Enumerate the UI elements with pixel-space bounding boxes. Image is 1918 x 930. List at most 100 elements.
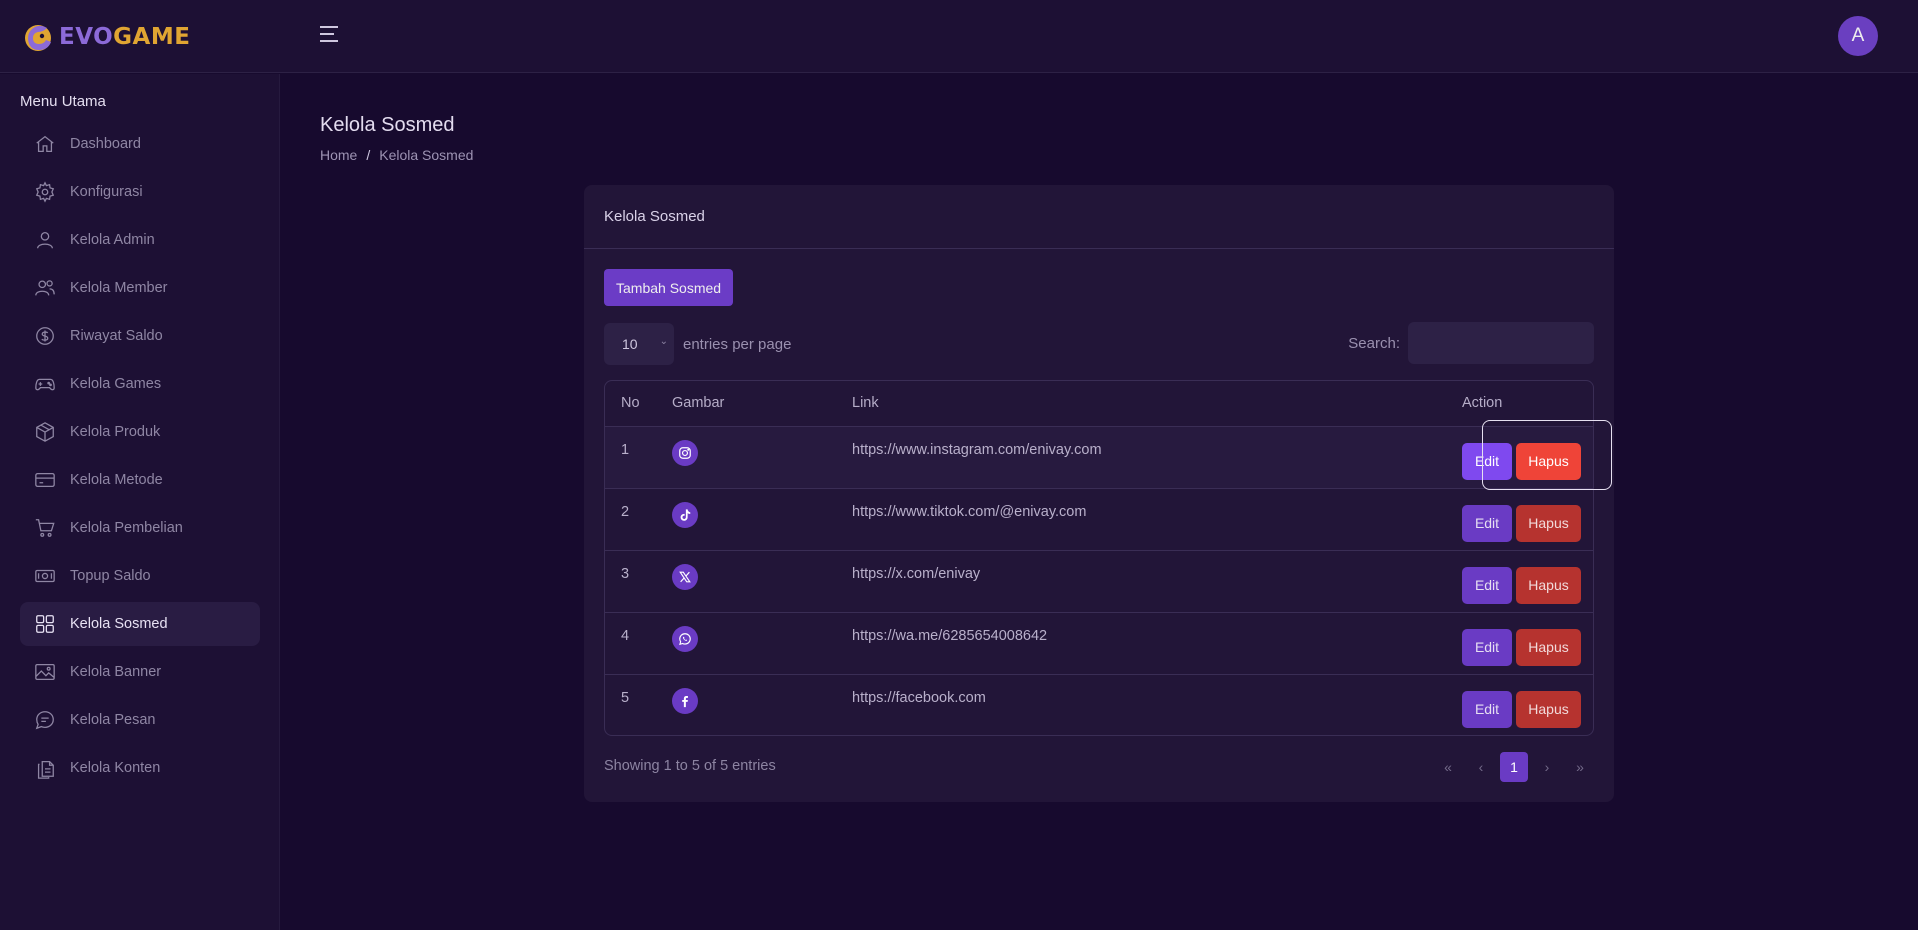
search-input[interactable] — [1408, 322, 1594, 364]
row-link: https://facebook.com — [852, 689, 986, 706]
breadcrumb-current: Kelola Sosmed — [379, 147, 474, 163]
home-icon — [34, 133, 56, 155]
delete-button[interactable]: Hapus — [1516, 690, 1581, 728]
sidebar-item-label: Kelola Metode — [70, 472, 163, 488]
menu-title: Menu Utama — [20, 93, 106, 110]
column-link[interactable]: Link — [852, 381, 1462, 427]
whatsapp-icon — [672, 625, 698, 652]
sidebar-item-kelola-member[interactable]: Kelola Member — [20, 266, 260, 310]
page-title: Kelola Sosmed — [320, 114, 455, 136]
delete-button[interactable]: Hapus — [1516, 628, 1581, 666]
sidebar-item-label: Kelola Admin — [70, 232, 155, 248]
sidebar-item-label: Kelola Pembelian — [70, 520, 183, 536]
brand-logo[interactable]: EVOGAME — [21, 19, 190, 55]
sidebar-item-kelola-pesan[interactable]: Kelola Pesan — [20, 698, 260, 742]
card-icon — [34, 469, 56, 491]
table-row: 5 https://facebook.com Edit Hapus — [605, 674, 1593, 735]
column-gambar[interactable]: Gambar — [672, 381, 852, 427]
table-row: 2 https://www.tiktok.com/@enivay.com Edi… — [605, 488, 1593, 551]
row-number: 5 — [621, 689, 630, 706]
sidebar-item-dashboard[interactable]: Dashboard — [20, 122, 260, 166]
delete-button[interactable]: Hapus — [1516, 442, 1581, 480]
table-row: 3 https://x.com/enivay Edit Hapus — [605, 550, 1593, 613]
breadcrumb-separator: / — [366, 147, 371, 163]
sidebar-item-label: Kelola Sosmed — [70, 616, 168, 632]
menu-toggle-icon[interactable] — [320, 26, 342, 46]
sidebar: Menu Utama Dashboard Konfigurasi Kelola … — [0, 74, 280, 930]
dollar-circle-icon — [34, 325, 56, 347]
sidebar-item-label: Riwayat Saldo — [70, 328, 163, 344]
pagination-next[interactable]: › — [1533, 752, 1561, 782]
delete-button[interactable]: Hapus — [1516, 504, 1581, 542]
sidebar-item-kelola-pembelian[interactable]: Kelola Pembelian — [20, 506, 260, 550]
sosmed-table: No Gambar Link Action 1 https://www.inst… — [604, 380, 1594, 736]
edit-button[interactable]: Edit — [1462, 442, 1512, 480]
cart-icon — [34, 517, 56, 539]
entries-select[interactable]: 10 ⌄ — [604, 323, 674, 365]
edit-button[interactable]: Edit — [1462, 628, 1512, 666]
edit-button[interactable]: Edit — [1462, 504, 1512, 542]
pagination-last[interactable]: » — [1566, 752, 1594, 782]
sidebar-item-label: Kelola Konten — [70, 760, 161, 776]
card-title: Kelola Sosmed — [584, 185, 1614, 249]
chevron-down-icon: ⌄ — [659, 336, 668, 347]
sidebar-item-kelola-konten[interactable]: Kelola Konten — [20, 746, 260, 790]
row-link: https://www.instagram.com/enivay.com — [852, 426, 1462, 489]
sidebar-item-label: Kelola Games — [70, 376, 162, 392]
row-number: 3 — [605, 550, 672, 613]
edit-button[interactable]: Edit — [1462, 690, 1512, 728]
sidebar-item-label: Dashboard — [70, 136, 141, 152]
sidebar-item-kelola-games[interactable]: Kelola Games — [20, 362, 260, 406]
sidebar-item-kelola-metode[interactable]: Kelola Metode — [20, 458, 260, 502]
sidebar-item-konfigurasi[interactable]: Konfigurasi — [20, 170, 260, 214]
avatar[interactable]: A — [1838, 16, 1878, 56]
breadcrumb: Home / Kelola Sosmed — [320, 147, 473, 163]
brand-name: EVOGAME — [59, 24, 191, 50]
dragon-logo-icon — [21, 20, 55, 54]
top-bar: EVOGAME A — [0, 0, 1918, 73]
sidebar-item-riwayat-saldo[interactable]: Riwayat Saldo — [20, 314, 260, 358]
entries-label: entries per page — [683, 335, 792, 353]
users-icon — [34, 277, 56, 299]
row-link: https://www.tiktok.com/@enivay.com — [852, 488, 1462, 551]
showing-entries-info: Showing 1 to 5 of 5 entries — [604, 758, 776, 774]
gear-icon — [34, 181, 56, 203]
sidebar-item-kelola-sosmed[interactable]: Kelola Sosmed — [20, 602, 260, 646]
sidebar-item-kelola-produk[interactable]: Kelola Produk — [20, 410, 260, 454]
grid-icon — [34, 613, 56, 635]
document-icon — [34, 757, 56, 779]
table-row: 1 https://www.instagram.com/enivay.com E… — [605, 426, 1593, 489]
gamepad-icon — [34, 373, 56, 395]
table-row: 4 https://wa.me/6285654008642 Edit Hapus — [605, 612, 1593, 675]
delete-button[interactable]: Hapus — [1516, 566, 1581, 604]
row-number: 1 — [605, 426, 672, 489]
sidebar-item-label: Kelola Banner — [70, 664, 162, 680]
pagination: « ‹ 1 › » — [1429, 752, 1594, 782]
sidebar-item-label: Kelola Member — [70, 280, 168, 296]
pagination-prev[interactable]: ‹ — [1467, 752, 1495, 782]
tiktok-icon — [672, 501, 698, 528]
sidebar-item-label: Kelola Pesan — [70, 712, 156, 728]
x-icon — [672, 563, 698, 590]
sidebar-item-label: Kelola Produk — [70, 424, 161, 440]
row-link: https://wa.me/6285654008642 — [852, 612, 1462, 675]
chat-icon — [34, 709, 56, 731]
entries-per-page: 10 ⌄ entries per page — [604, 323, 791, 365]
breadcrumb-home[interactable]: Home — [320, 147, 357, 163]
sosmed-card: Kelola Sosmed Tambah Sosmed 10 ⌄ entries… — [584, 185, 1614, 802]
sidebar-menu: Dashboard Konfigurasi Kelola Admin Kelol… — [20, 122, 260, 794]
sidebar-item-kelola-banner[interactable]: Kelola Banner — [20, 650, 260, 694]
edit-button[interactable]: Edit — [1462, 566, 1512, 604]
add-sosmed-button[interactable]: Tambah Sosmed — [604, 269, 734, 306]
table-header-row: No Gambar Link Action — [605, 381, 1593, 427]
row-link: https://x.com/enivay — [852, 550, 1462, 613]
sidebar-item-kelola-admin[interactable]: Kelola Admin — [20, 218, 260, 262]
instagram-icon — [672, 439, 698, 466]
sidebar-item-label: Topup Saldo — [70, 568, 151, 584]
column-no[interactable]: No — [605, 381, 672, 427]
pagination-page-1[interactable]: 1 — [1500, 752, 1528, 782]
sidebar-item-label: Konfigurasi — [70, 184, 143, 200]
image-icon — [34, 661, 56, 683]
sidebar-item-topup-saldo[interactable]: Topup Saldo — [20, 554, 260, 598]
pagination-first[interactable]: « — [1434, 752, 1462, 782]
